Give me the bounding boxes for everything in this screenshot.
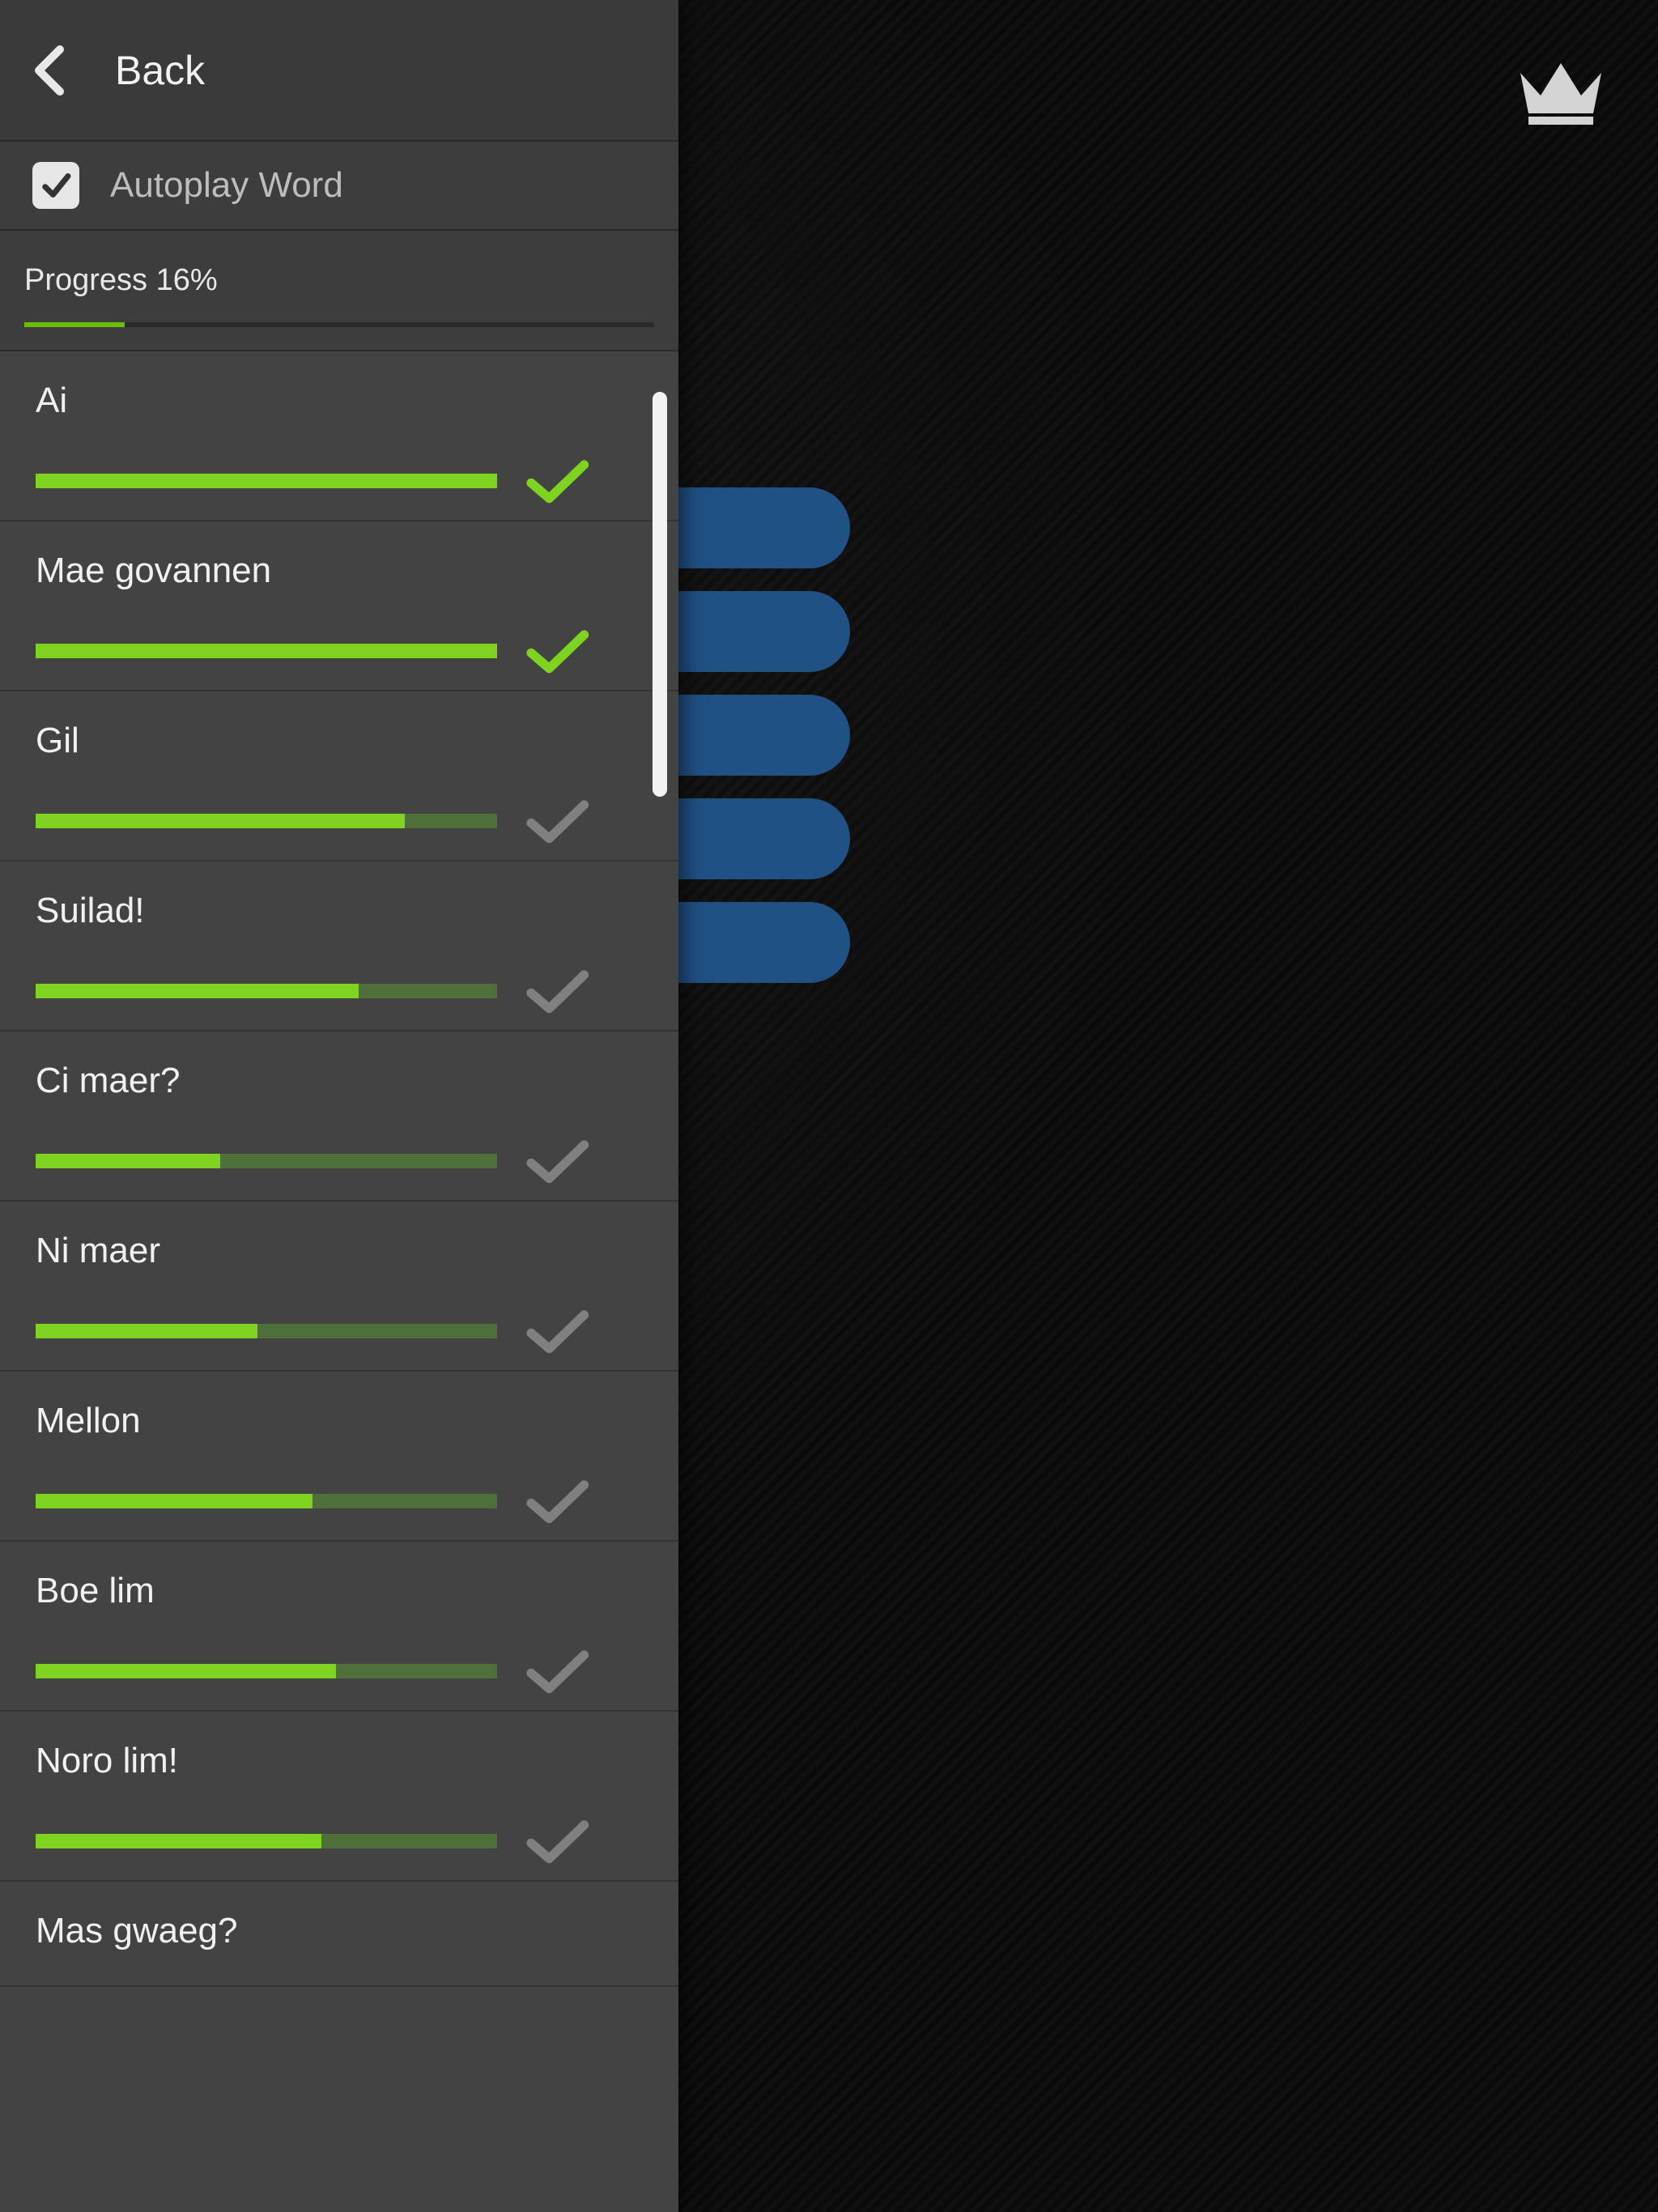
back-button[interactable]: Back — [0, 0, 678, 142]
word-label: Ai — [36, 381, 643, 421]
word-label: Noro lim! — [36, 1741, 643, 1781]
word-item[interactable]: Boe lim — [0, 1542, 678, 1712]
word-label: Mas gwaeg? — [36, 1911, 643, 1951]
word-label: Ni maer — [36, 1231, 643, 1271]
word-todo-check-icon — [525, 1478, 589, 1524]
word-list-drawer: Back Autoplay Word Progress 16% Ai Mae go… — [0, 0, 678, 2212]
scrollbar-thumb[interactable] — [653, 392, 667, 797]
word-progress-bar — [36, 1324, 497, 1338]
chevron-left-icon — [32, 45, 66, 96]
word-progress-fill — [36, 1664, 336, 1678]
word-list[interactable]: Ai Mae govannen Gil Suilad! Ci maer? Ni maer M… — [0, 351, 678, 2212]
word-todo-check-icon — [525, 1819, 589, 1864]
word-label: Gil — [36, 721, 643, 761]
word-progress-bar — [36, 474, 497, 488]
word-label: Boe lim — [36, 1571, 643, 1611]
word-item[interactable]: Suilad! — [0, 861, 678, 1032]
word-todo-check-icon — [525, 798, 589, 844]
word-progress-fill — [36, 1154, 220, 1168]
word-progress-fill — [36, 984, 359, 998]
word-label: Ci maer? — [36, 1061, 643, 1101]
autoplay-checkbox[interactable] — [32, 162, 79, 209]
word-progress-bar — [36, 1664, 497, 1678]
word-item[interactable]: Gil — [0, 691, 678, 861]
back-label: Back — [115, 47, 205, 94]
word-label: Mae govannen — [36, 551, 643, 591]
progress-bar — [24, 322, 654, 327]
word-item[interactable]: Ni maer — [0, 1202, 678, 1372]
word-item[interactable]: Ci maer? — [0, 1032, 678, 1202]
word-progress-fill — [36, 814, 405, 828]
word-label: Suilad! — [36, 891, 643, 931]
word-progress-fill — [36, 644, 497, 658]
premium-button[interactable] — [1512, 49, 1609, 130]
word-progress-fill — [36, 1834, 321, 1848]
word-item[interactable]: Mas gwaeg? — [0, 1882, 678, 1987]
word-progress-bar — [36, 984, 497, 998]
word-todo-check-icon — [525, 1138, 589, 1184]
word-progress-bar — [36, 1154, 497, 1168]
word-progress-bar — [36, 1834, 497, 1848]
word-item[interactable]: Mellon — [0, 1372, 678, 1542]
word-label: Mellon — [36, 1401, 643, 1441]
progress-bar-fill — [24, 322, 125, 327]
overall-progress: Progress 16% — [0, 231, 678, 351]
progress-label: Progress 16% — [24, 263, 654, 298]
word-progress-bar — [36, 814, 497, 828]
word-progress-bar — [36, 1494, 497, 1508]
word-done-check-icon — [525, 628, 589, 674]
word-todo-check-icon — [525, 1648, 589, 1694]
word-todo-check-icon — [525, 1308, 589, 1354]
autoplay-label: Autoplay Word — [110, 165, 343, 206]
word-item[interactable]: Ai — [0, 351, 678, 521]
word-progress-fill — [36, 474, 497, 488]
word-done-check-icon — [525, 458, 589, 504]
checkmark-icon — [38, 168, 74, 203]
crown-icon — [1512, 49, 1609, 130]
word-item[interactable]: Mae govannen — [0, 521, 678, 691]
word-progress-fill — [36, 1494, 312, 1508]
word-progress-bar — [36, 644, 497, 658]
word-todo-check-icon — [525, 968, 589, 1014]
word-progress-fill — [36, 1324, 257, 1338]
autoplay-toggle[interactable]: Autoplay Word — [0, 142, 678, 231]
word-item[interactable]: Noro lim! — [0, 1712, 678, 1882]
